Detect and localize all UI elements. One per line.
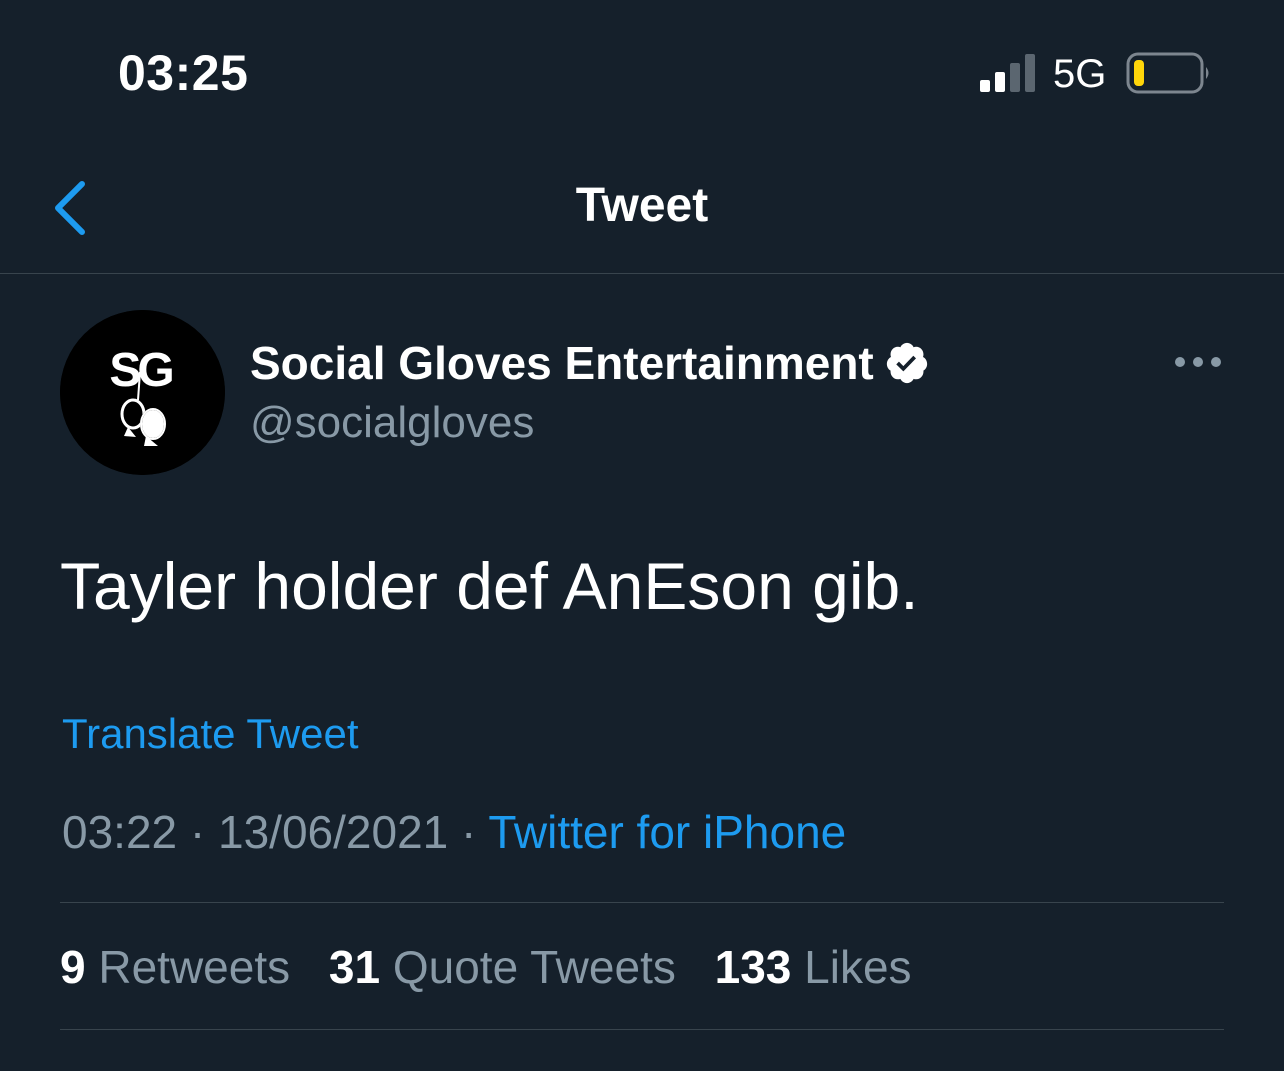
tweet-source-link[interactable]: Twitter for iPhone: [488, 806, 846, 858]
avatar-initials: SG: [109, 344, 172, 397]
meta-separator: ·: [461, 806, 477, 858]
likes-count: 133: [714, 941, 792, 993]
avatar[interactable]: SG: [60, 310, 225, 475]
display-name[interactable]: Social Gloves Entertainment: [250, 336, 874, 390]
meta-separator: ·: [189, 806, 206, 858]
retweets-count: 9: [60, 941, 86, 993]
signal-bars-icon: [980, 54, 1035, 92]
status-bar: 03:25 5G: [0, 0, 1284, 140]
nav-bar: Tweet: [0, 140, 1284, 274]
battery-low-icon: [1126, 52, 1209, 94]
author-name-row[interactable]: Social Gloves Entertainment: [250, 335, 930, 391]
tweet-time: 03:22: [62, 806, 178, 858]
likes-stat[interactable]: 133 Likes: [715, 941, 912, 993]
tweet-stats: 9 Retweets 31 Quote Tweets 133 Likes: [60, 940, 938, 994]
verified-badge-icon: [886, 342, 927, 384]
user-handle[interactable]: @socialgloves: [250, 398, 534, 448]
tweet-meta: 03:22 · 13/06/2021 · Twitter for iPhone: [62, 805, 846, 859]
retweets-label: Retweets: [98, 941, 291, 993]
tweet-text: Tayler holder def AnEson gib.: [60, 549, 919, 623]
translate-tweet-link[interactable]: Translate Tweet: [62, 710, 358, 758]
page-title: Tweet: [575, 179, 709, 232]
divider: [60, 902, 1224, 903]
divider: [60, 1029, 1224, 1030]
status-time: 03:25: [118, 45, 249, 101]
network-type-label: 5G: [1053, 52, 1107, 96]
tweet-date: 13/06/2021: [218, 806, 449, 858]
quote-tweets-stat[interactable]: 31 Quote Tweets: [329, 941, 676, 993]
quote-tweets-count: 31: [328, 941, 381, 993]
more-horizontal-icon[interactable]: [1170, 340, 1226, 384]
boxing-gloves-logo-icon: SG: [60, 310, 225, 475]
quote-tweets-label: Quote Tweets: [392, 941, 676, 993]
likes-label: Likes: [804, 941, 912, 993]
retweets-stat[interactable]: 9 Retweets: [60, 941, 290, 993]
